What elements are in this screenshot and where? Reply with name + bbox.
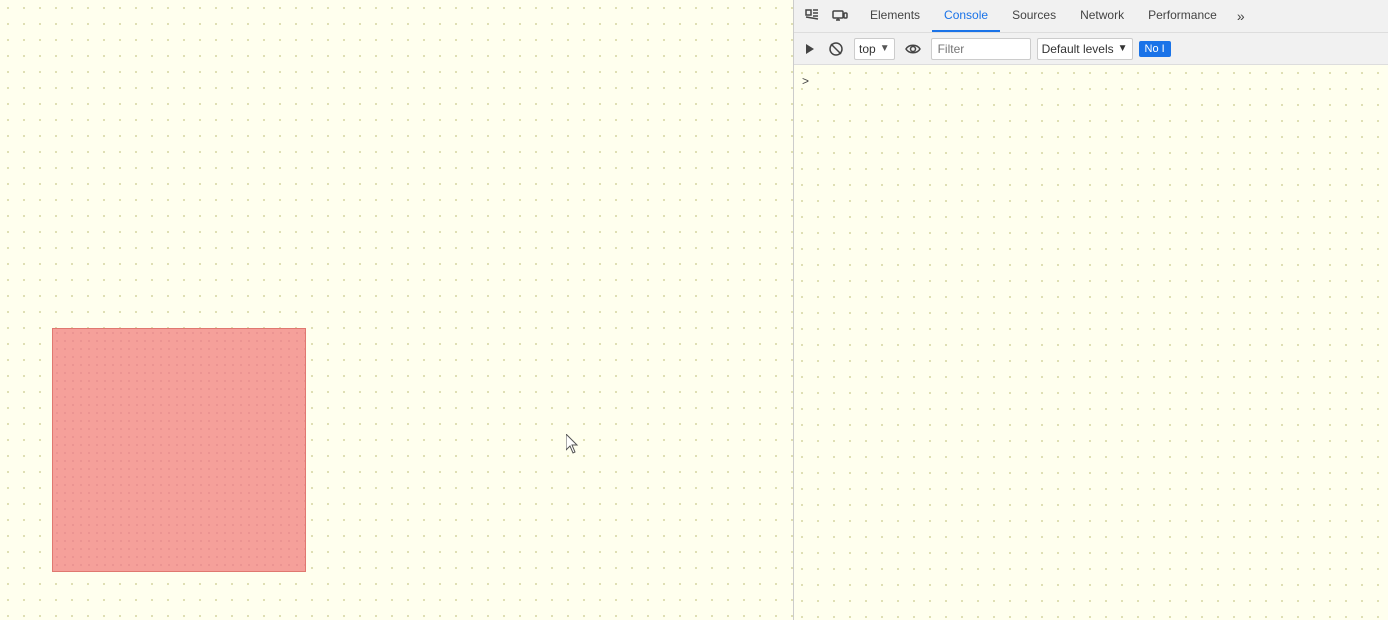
devtools-tabs: Elements Console Sources Network Perform… [858, 0, 1253, 32]
inspect-element-button[interactable] [798, 2, 826, 30]
devtools-tab-bar: Elements Console Sources Network Perform… [794, 0, 1388, 33]
more-tabs-button[interactable]: » [1229, 0, 1253, 32]
tab-network[interactable]: Network [1068, 0, 1136, 32]
console-input[interactable] [813, 73, 1380, 89]
tab-elements[interactable]: Elements [858, 0, 932, 32]
console-toolbar: top ▼ Default levels ▼ No I [794, 33, 1388, 65]
no-issues-badge[interactable]: No I [1139, 41, 1171, 57]
browser-viewport [0, 0, 793, 620]
device-toolbar-button[interactable] [826, 2, 854, 30]
console-prompt-line[interactable]: > [794, 69, 1388, 93]
context-selector-arrow: ▼ [880, 43, 890, 54]
cursor-pointer [566, 434, 578, 452]
tab-sources[interactable]: Sources [1000, 0, 1068, 32]
filter-input[interactable] [931, 38, 1031, 60]
console-output[interactable]: > [794, 65, 1388, 620]
console-clear-button[interactable] [824, 37, 848, 61]
tab-console[interactable]: Console [932, 0, 1000, 32]
devtools-panel: Elements Console Sources Network Perform… [793, 0, 1388, 620]
pink-box [52, 328, 306, 572]
tab-performance[interactable]: Performance [1136, 0, 1229, 32]
live-expression-button[interactable] [901, 37, 925, 61]
context-selector[interactable]: top ▼ [854, 38, 895, 60]
console-run-button[interactable] [798, 37, 822, 61]
log-level-arrow: ▼ [1118, 43, 1128, 54]
console-chevron-icon: > [802, 74, 809, 88]
log-level-selector[interactable]: Default levels ▼ [1037, 38, 1133, 60]
